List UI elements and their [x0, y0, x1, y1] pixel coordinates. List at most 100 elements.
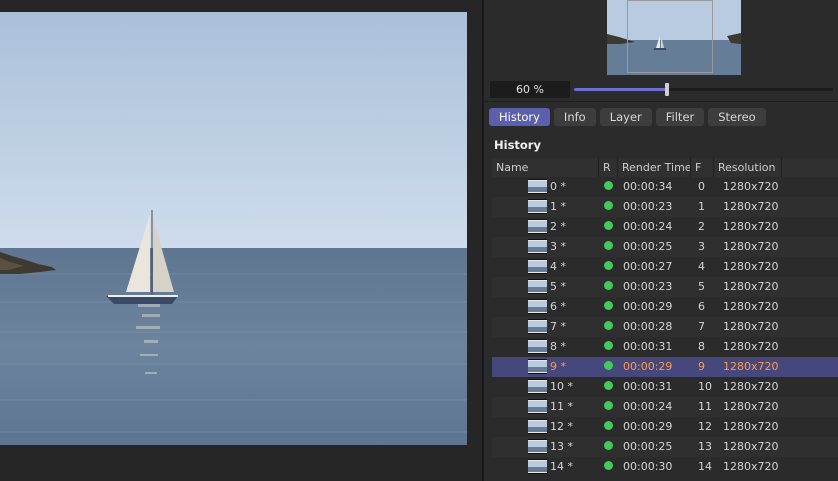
- history-row-frame: 14: [698, 460, 712, 473]
- history-row[interactable]: 13 * 00:00:25 13 1280x720: [492, 437, 838, 457]
- render-status-icon: [604, 181, 613, 190]
- render-status-icon: [604, 301, 613, 310]
- history-row[interactable]: 9 * 00:00:29 9 1280x720: [492, 357, 838, 377]
- column-divider[interactable]: [617, 158, 618, 177]
- history-row-render-time: 00:00:23: [623, 200, 673, 213]
- history-row-frame: 10: [698, 380, 712, 393]
- history-row-resolution: 1280x720: [723, 380, 779, 393]
- history-row-name: 8 *: [550, 340, 566, 353]
- sailboat-scene-image: [0, 12, 467, 445]
- history-row-name: 7 *: [550, 320, 566, 333]
- history-row-render-time: 00:00:34: [623, 180, 673, 193]
- history-row[interactable]: 5 * 00:00:23 5 1280x720: [492, 277, 838, 297]
- render-thumbnail: [528, 279, 547, 294]
- column-divider[interactable]: [781, 158, 782, 177]
- panel-separator: [484, 101, 838, 102]
- column-divider[interactable]: [713, 158, 714, 177]
- history-row-name: 1 *: [550, 200, 566, 213]
- history-row[interactable]: 14 * 00:00:30 14 1280x720: [492, 457, 838, 477]
- navigator-preview[interactable]: [607, 0, 741, 75]
- zoom-slider-handle[interactable]: [665, 83, 669, 96]
- navigator-view-frame[interactable]: [627, 0, 713, 73]
- history-row-resolution: 1280x720: [723, 360, 779, 373]
- column-divider[interactable]: [690, 158, 691, 177]
- render-status-icon: [604, 241, 613, 250]
- column-header-resolution[interactable]: Resolution: [718, 158, 775, 177]
- tab-stereo[interactable]: Stereo: [708, 108, 766, 126]
- history-row-resolution: 1280x720: [723, 400, 779, 413]
- render-status-icon: [604, 261, 613, 270]
- history-row-resolution: 1280x720: [723, 440, 779, 453]
- render-viewport[interactable]: [0, 0, 482, 481]
- history-row-resolution: 1280x720: [723, 300, 779, 313]
- history-row-frame: 9: [698, 360, 705, 373]
- render-thumbnail: [528, 259, 547, 274]
- render-thumbnail: [528, 419, 547, 434]
- history-row[interactable]: 2 * 00:00:24 2 1280x720: [492, 217, 838, 237]
- history-row-resolution: 1280x720: [723, 280, 779, 293]
- render-thumbnail: [528, 179, 547, 194]
- history-table-header: Name R Render Time F Resolution: [492, 158, 838, 177]
- history-row-name: 3 *: [550, 240, 566, 253]
- zoom-field[interactable]: 60 %: [490, 81, 570, 98]
- zoom-slider[interactable]: [574, 83, 833, 96]
- render-status-icon: [604, 201, 613, 210]
- picture-viewer-panel: 60 % History Info Layer Filter Stereo Hi…: [484, 0, 838, 481]
- history-row-render-time: 00:00:23: [623, 280, 673, 293]
- render-thumbnail: [528, 459, 547, 474]
- history-row-resolution: 1280x720: [723, 460, 779, 473]
- history-row-render-time: 00:00:25: [623, 440, 673, 453]
- tab-info[interactable]: Info: [553, 108, 596, 126]
- history-row[interactable]: 1 * 00:00:23 1 1280x720: [492, 197, 838, 217]
- history-row-name: 5 *: [550, 280, 566, 293]
- history-row-name: 2 *: [550, 220, 566, 233]
- render-status-icon: [604, 441, 613, 450]
- history-row[interactable]: 3 * 00:00:25 3 1280x720: [492, 237, 838, 257]
- history-row-frame: 12: [698, 420, 712, 433]
- history-row[interactable]: 11 * 00:00:24 11 1280x720: [492, 397, 838, 417]
- history-table: Name R Render Time F Resolution 0 * 00:00…: [492, 158, 838, 477]
- render-image[interactable]: [0, 12, 467, 445]
- render-thumbnail: [528, 399, 547, 414]
- tab-layer[interactable]: Layer: [599, 108, 652, 126]
- history-row-render-time: 00:00:30: [623, 460, 673, 473]
- panel-tabs: History Info Layer Filter Stereo: [489, 108, 766, 126]
- history-row-frame: 11: [698, 400, 712, 413]
- history-row-resolution: 1280x720: [723, 180, 779, 193]
- history-row-name: 4 *: [550, 260, 566, 273]
- render-thumbnail: [528, 219, 547, 234]
- history-row[interactable]: 0 * 00:00:34 0 1280x720: [492, 177, 838, 197]
- history-row-resolution: 1280x720: [723, 220, 779, 233]
- column-header-r[interactable]: R: [603, 158, 611, 177]
- render-thumbnail: [528, 359, 547, 374]
- history-row-frame: 2: [698, 220, 705, 233]
- history-row[interactable]: 8 * 00:00:31 8 1280x720: [492, 337, 838, 357]
- history-row[interactable]: 6 * 00:00:29 6 1280x720: [492, 297, 838, 317]
- render-status-icon: [604, 461, 613, 470]
- render-status-icon: [604, 421, 613, 430]
- column-header-name[interactable]: Name: [496, 158, 528, 177]
- column-header-frame[interactable]: F: [695, 158, 701, 177]
- history-row-render-time: 00:00:24: [623, 220, 673, 233]
- render-status-icon: [604, 361, 613, 370]
- history-row-name: 12 *: [550, 420, 573, 433]
- tab-filter[interactable]: Filter: [655, 108, 705, 126]
- history-row-frame: 8: [698, 340, 705, 353]
- tab-history[interactable]: History: [489, 108, 550, 126]
- render-status-icon: [604, 321, 613, 330]
- render-status-icon: [604, 341, 613, 350]
- history-row-frame: 5: [698, 280, 705, 293]
- history-row[interactable]: 4 * 00:00:27 4 1280x720: [492, 257, 838, 277]
- history-row[interactable]: 12 * 00:00:29 12 1280x720: [492, 417, 838, 437]
- column-header-render-time[interactable]: Render Time: [622, 158, 692, 177]
- history-row-resolution: 1280x720: [723, 240, 779, 253]
- render-thumbnail: [528, 339, 547, 354]
- render-status-icon: [604, 381, 613, 390]
- history-row[interactable]: 10 * 00:00:31 10 1280x720: [492, 377, 838, 397]
- column-divider[interactable]: [598, 158, 599, 177]
- render-thumbnail: [528, 299, 547, 314]
- history-row-frame: 7: [698, 320, 705, 333]
- history-row-frame: 13: [698, 440, 712, 453]
- history-row-render-time: 00:00:27: [623, 260, 673, 273]
- history-row[interactable]: 7 * 00:00:28 7 1280x720: [492, 317, 838, 337]
